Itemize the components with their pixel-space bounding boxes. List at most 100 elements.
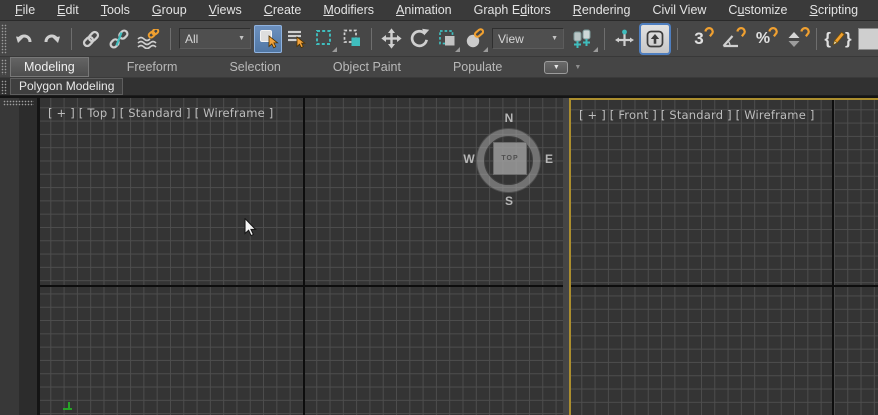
viewport-front[interactable]: [ + ] [ Front ] [ Standard ] [ Wireframe… bbox=[569, 98, 878, 415]
viewport-area: [ + ] [ Top ] [ Standard ] [ Wireframe ]… bbox=[0, 96, 878, 415]
main-toolbar: All ▼ View bbox=[0, 21, 878, 57]
select-and-scale-button[interactable] bbox=[433, 25, 461, 53]
viewcube-face-label: TOP bbox=[501, 155, 518, 162]
world-axis-line-vertical bbox=[303, 98, 305, 415]
viewcube-east[interactable]: E bbox=[542, 152, 556, 166]
select-and-manipulate-button[interactable] bbox=[610, 25, 638, 53]
ribbon-tab-modeling[interactable]: Modeling bbox=[10, 57, 89, 77]
menu-edit[interactable]: Edit bbox=[46, 1, 90, 19]
viewport-top[interactable]: [ + ] [ Top ] [ Standard ] [ Wireframe ]… bbox=[37, 98, 563, 415]
keyboard-shortcut-override-toggle[interactable] bbox=[641, 25, 669, 53]
toolbar-separator bbox=[170, 28, 171, 50]
flyout-indicator bbox=[455, 47, 460, 52]
selection-filter-dropdown[interactable]: All ▼ bbox=[179, 28, 251, 49]
menu-customize[interactable]: Customize bbox=[717, 1, 798, 19]
ribbon-vertical-dock[interactable] bbox=[0, 98, 37, 415]
chevron-down-icon: ▼ bbox=[553, 64, 560, 71]
undo-icon bbox=[13, 29, 35, 49]
world-axis-line-vertical bbox=[832, 100, 834, 415]
select-and-move-button[interactable] bbox=[377, 25, 405, 53]
undo-button[interactable] bbox=[10, 25, 38, 53]
snap-magnet-hook-icon bbox=[736, 26, 747, 40]
selection-filter-value: All bbox=[185, 32, 198, 46]
viewport-front-label[interactable]: [ + ] [ Front ] [ Standard ] [ Wireframe… bbox=[579, 108, 815, 122]
menu-create[interactable]: Create bbox=[253, 1, 313, 19]
menu-group[interactable]: Group bbox=[141, 1, 198, 19]
menu-views[interactable]: Views bbox=[198, 1, 253, 19]
ribbon-minimize-button[interactable]: ▼ bbox=[544, 61, 568, 74]
redo-icon bbox=[41, 29, 63, 49]
menu-civil-view[interactable]: Civil View bbox=[641, 1, 717, 19]
menu-modifiers[interactable]: Modifiers bbox=[312, 1, 385, 19]
viewcube-west[interactable]: W bbox=[462, 152, 476, 166]
menu-animation[interactable]: Animation bbox=[385, 1, 463, 19]
snap-magnet-hook-icon bbox=[704, 26, 715, 40]
select-object-icon bbox=[258, 28, 279, 49]
brace-open: { bbox=[824, 30, 831, 47]
world-axis-y-green-tick bbox=[63, 408, 72, 410]
select-and-rotate-icon bbox=[409, 28, 430, 49]
menu-scripting[interactable]: Scripting bbox=[798, 1, 869, 19]
ribbon-drag-handle[interactable] bbox=[1, 59, 7, 75]
ribbon-tab-freeform[interactable]: Freeform bbox=[113, 57, 192, 77]
angle-snap-toggle-button[interactable] bbox=[715, 25, 747, 53]
mouse-cursor bbox=[244, 218, 259, 239]
window-crossing-toggle-icon bbox=[342, 28, 363, 49]
keyboard-shortcut-override-icon bbox=[645, 29, 665, 49]
ribbon-tab-selection[interactable]: Selection bbox=[215, 57, 294, 77]
select-object-button[interactable] bbox=[254, 25, 282, 53]
select-by-name-button[interactable] bbox=[282, 25, 310, 53]
flyout-indicator bbox=[483, 47, 488, 52]
menu-bar: File Edit Tools Group Views Create Modif… bbox=[0, 0, 878, 21]
link-icon bbox=[80, 29, 102, 49]
percent-snap-toggle-button[interactable]: % bbox=[747, 25, 779, 53]
dock-drag-handle[interactable] bbox=[3, 100, 34, 106]
chevron-down-icon: ▼ bbox=[238, 35, 245, 42]
ribbon-minimize-options-arrow[interactable]: ▼ bbox=[574, 64, 581, 71]
select-and-link-button[interactable] bbox=[77, 25, 105, 53]
toolbar-separator bbox=[71, 28, 72, 50]
flyout-indicator bbox=[332, 47, 337, 52]
menu-tools[interactable]: Tools bbox=[90, 1, 141, 19]
menu-graph-editors[interactable]: Graph Editors bbox=[463, 1, 562, 19]
toolbar-drag-handle[interactable] bbox=[1, 24, 7, 54]
spinner-snap-toggle-button[interactable] bbox=[779, 25, 811, 53]
viewcube-top-face[interactable]: TOP bbox=[493, 142, 527, 175]
window-crossing-toggle-button[interactable] bbox=[338, 25, 366, 53]
menu-rendering[interactable]: Rendering bbox=[562, 1, 642, 19]
toolbar-separator bbox=[604, 28, 605, 50]
reference-coordinate-system-dropdown[interactable]: View ▼ bbox=[492, 28, 564, 49]
select-and-place-button[interactable] bbox=[461, 25, 489, 53]
use-pivot-point-center-button[interactable] bbox=[567, 25, 599, 53]
named-selection-sets-field[interactable] bbox=[858, 28, 878, 50]
flyout-indicator bbox=[593, 47, 598, 52]
viewcube-south[interactable]: S bbox=[502, 194, 516, 208]
brace-close: } bbox=[845, 30, 852, 47]
chevron-down-icon: ▼ bbox=[551, 35, 558, 42]
chevron-down-icon: ▼ bbox=[574, 64, 581, 71]
ribbon-tab-populate[interactable]: Populate bbox=[439, 57, 516, 77]
edit-named-selection-sets-button[interactable]: { } bbox=[822, 25, 854, 53]
ribbon-tab-object-paint[interactable]: Object Paint bbox=[319, 57, 415, 77]
redo-button[interactable] bbox=[38, 25, 66, 53]
toolbar-separator bbox=[371, 28, 372, 50]
viewport-top-label[interactable]: [ + ] [ Top ] [ Standard ] [ Wireframe ] bbox=[48, 106, 273, 120]
viewcube[interactable]: TOP N S W E bbox=[458, 108, 563, 218]
rectangular-selection-region-button[interactable] bbox=[310, 25, 338, 53]
bind-to-space-warp-icon bbox=[136, 29, 162, 49]
unlink-selection-button[interactable] bbox=[105, 25, 133, 53]
snaps-toggle-3d-button[interactable]: 3 bbox=[683, 25, 715, 53]
menu-file[interactable]: File bbox=[4, 1, 46, 19]
ribbon-panel-row: Polygon Modeling bbox=[0, 78, 878, 96]
edit-named-selection-sets-icon bbox=[831, 30, 845, 48]
world-axis-line-horizontal bbox=[40, 285, 563, 287]
panel-drag-handle[interactable] bbox=[1, 80, 7, 94]
select-and-manipulate-icon bbox=[614, 28, 635, 49]
snaps-toggle-3d-icon: 3 bbox=[694, 30, 703, 47]
select-and-rotate-button[interactable] bbox=[405, 25, 433, 53]
bind-to-space-warp-button[interactable] bbox=[133, 25, 165, 53]
coordinate-system-value: View bbox=[498, 32, 524, 46]
polygon-modeling-panel-tab[interactable]: Polygon Modeling bbox=[10, 78, 123, 95]
dock-inner-strip bbox=[19, 98, 37, 415]
viewcube-north[interactable]: N bbox=[502, 111, 516, 125]
